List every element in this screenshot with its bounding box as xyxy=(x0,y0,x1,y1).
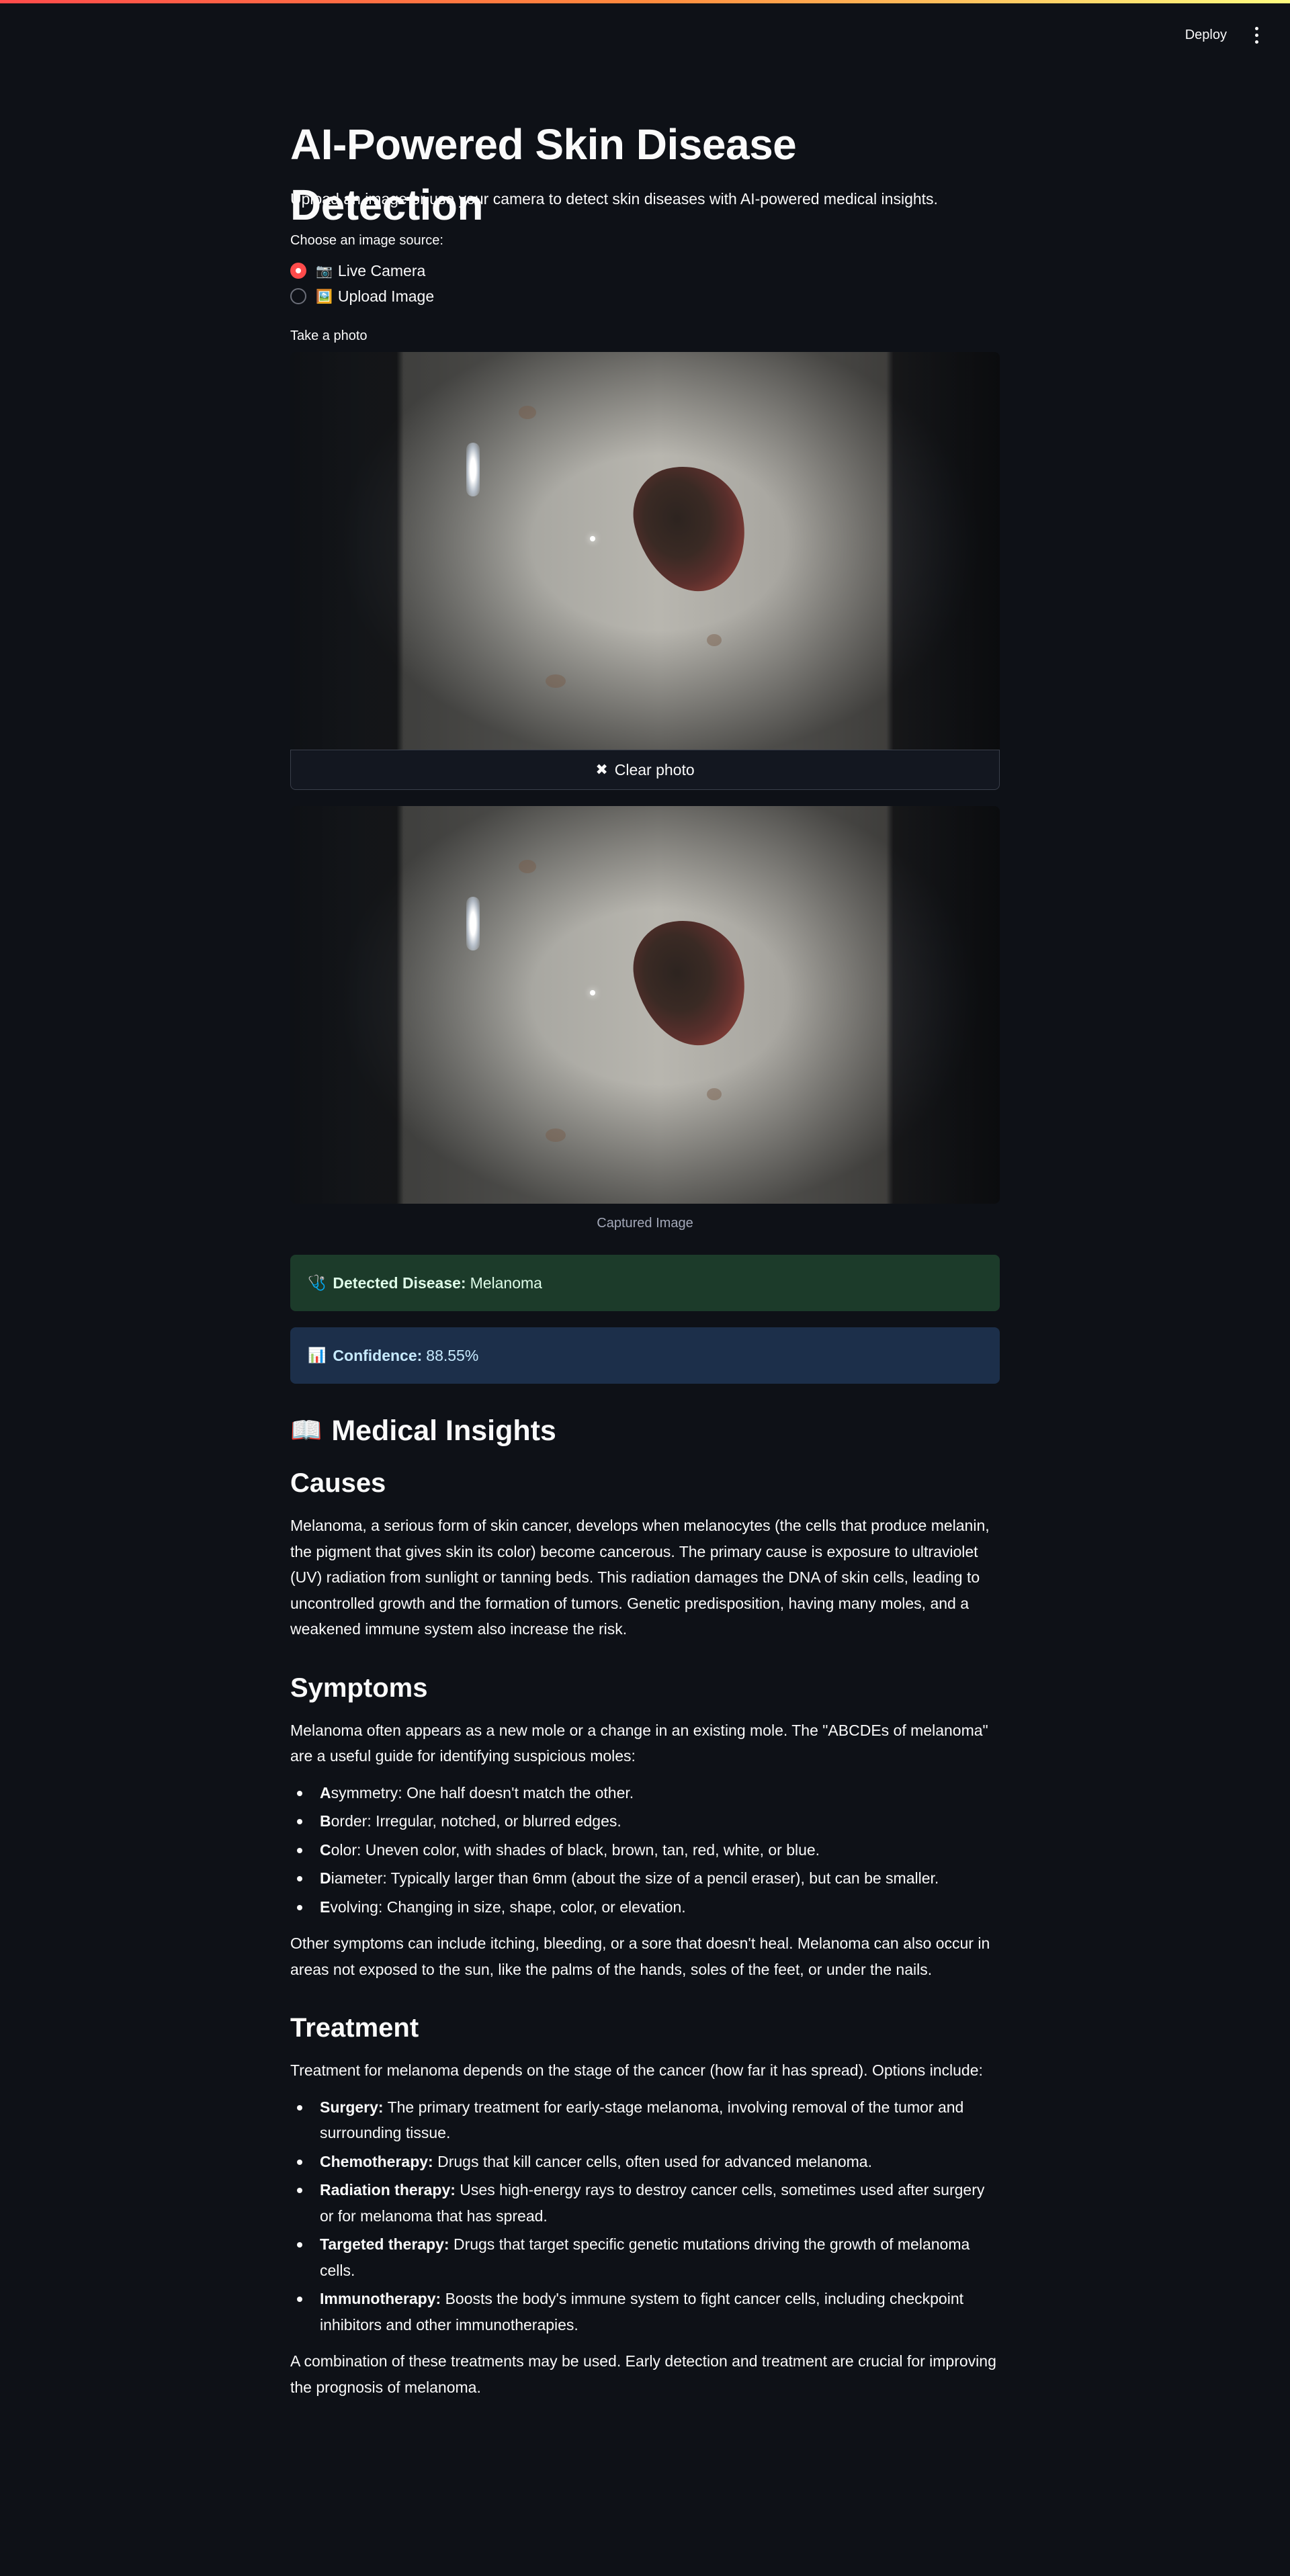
treatment-intro: Treatment for melanoma depends on the st… xyxy=(290,2061,983,2079)
confidence-label: Confidence: xyxy=(333,1346,423,1364)
detected-disease-value: Melanoma xyxy=(470,1274,542,1292)
list-item: Color: Uneven color, with shades of blac… xyxy=(290,1837,1000,1863)
light-reflection xyxy=(466,897,480,950)
open-book-icon: 📖 xyxy=(290,1417,322,1445)
list-item-text: iameter: Typically larger than 6mm (abou… xyxy=(331,1869,939,1887)
treatment-term: Targeted therapy: xyxy=(320,2235,449,2253)
abcde-letter: C xyxy=(320,1840,331,1859)
list-item: Chemotherapy: Drugs that kill cancer cel… xyxy=(290,2149,1000,2175)
medical-insights-content: Causes Melanoma, a serious form of skin … xyxy=(290,1464,1000,2411)
radio-selected-icon xyxy=(290,263,306,279)
image-source-label: Choose an image source: xyxy=(290,233,443,248)
skin-lesion xyxy=(623,453,759,604)
causes-text: Melanoma, a serious form of skin cancer,… xyxy=(290,1517,990,1638)
image-source-radio-group: 📷 Live Camera 🖼️ Upload Image xyxy=(290,258,434,309)
radio-option-label: Live Camera xyxy=(337,261,426,279)
abcde-letter: B xyxy=(320,1812,331,1830)
page-subtitle: Upload an image or use your camera to de… xyxy=(290,190,938,208)
skin-spot xyxy=(546,674,566,688)
treatment-term: Radiation therapy: xyxy=(320,2181,456,2199)
image-caption: Captured Image xyxy=(597,1216,693,1231)
treatment-term: Chemotherapy: xyxy=(320,2152,433,2170)
list-item: Radiation therapy: Uses high-energy rays… xyxy=(290,2177,1000,2229)
symptoms-outro: Other symptoms can include itching, blee… xyxy=(290,1935,990,1978)
stethoscope-icon: 🩺 xyxy=(308,1274,327,1291)
symptoms-list: Asymmetry: One half doesn't match the ot… xyxy=(290,1780,1000,1920)
skin-lesion xyxy=(623,907,759,1058)
list-item-text: The primary treatment for early-stage me… xyxy=(320,2098,964,2142)
clear-photo-label: Clear photo xyxy=(614,760,695,779)
light-reflection xyxy=(466,443,480,496)
abcde-letter: E xyxy=(320,1898,331,1916)
list-item-text: volving: Changing in size, shape, color,… xyxy=(330,1898,686,1916)
radio-live-camera[interactable]: 📷 Live Camera xyxy=(290,258,434,283)
skin-spot xyxy=(707,1088,722,1100)
app-header: Deploy xyxy=(0,3,1290,67)
treatment-list: Surgery: The primary treatment for early… xyxy=(290,2094,1000,2338)
detected-disease-label: Detected Disease: xyxy=(333,1274,466,1292)
deploy-button[interactable]: Deploy xyxy=(1173,19,1239,51)
close-icon: ✖ xyxy=(595,761,608,778)
confidence-alert: 📊 Confidence: 88.55% xyxy=(290,1327,1000,1384)
medical-insights-heading: 📖 Medical Insights xyxy=(290,1411,556,1451)
kebab-dot-icon xyxy=(1254,27,1258,30)
skin-spot xyxy=(546,1128,566,1142)
symptoms-heading: Symptoms xyxy=(290,1673,428,1703)
treatment-term: Surgery: xyxy=(320,2098,384,2116)
list-item: Diameter: Typically larger than 6mm (abo… xyxy=(290,1865,1000,1892)
treatment-outro: A combination of these treatments may be… xyxy=(290,2352,996,2396)
causes-heading: Causes xyxy=(290,1468,386,1498)
camera-input-label: Take a photo xyxy=(290,328,368,343)
medical-insights-title: Medical Insights xyxy=(331,1415,556,1447)
detected-disease-alert: 🩺 Detected Disease: Melanoma xyxy=(290,1255,1000,1311)
abcde-letter: A xyxy=(320,1783,331,1802)
radio-upload-image[interactable]: 🖼️ Upload Image xyxy=(290,283,434,309)
camera-icon: 📷 xyxy=(316,263,333,279)
clear-photo-button[interactable]: ✖ Clear photo xyxy=(290,750,1000,790)
treatment-heading: Treatment xyxy=(290,2013,419,2043)
kebab-dot-icon xyxy=(1254,34,1258,37)
confidence-value: 88.55% xyxy=(426,1346,479,1364)
abcde-letter: D xyxy=(320,1869,331,1887)
light-reflection xyxy=(590,536,595,541)
skin-spot xyxy=(519,860,536,873)
camera-preview-image xyxy=(290,352,1000,750)
radio-option-label: Upload Image xyxy=(337,287,435,305)
list-item: Immunotherapy: Boosts the body's immune … xyxy=(290,2286,1000,2338)
list-item-text: order: Irregular, notched, or blurred ed… xyxy=(331,1812,621,1830)
kebab-dot-icon xyxy=(1254,40,1258,44)
captured-image xyxy=(290,806,1000,1204)
bar-chart-icon: 📊 xyxy=(308,1347,327,1364)
picture-icon: 🖼️ xyxy=(316,289,333,304)
symptoms-intro: Melanoma often appears as a new mole or … xyxy=(290,1721,988,1765)
light-reflection xyxy=(590,990,595,995)
list-item: Asymmetry: One half doesn't match the ot… xyxy=(290,1780,1000,1806)
radio-unselected-icon xyxy=(290,288,306,304)
treatment-term: Immunotherapy: xyxy=(320,2290,441,2307)
list-item: Evolving: Changing in size, shape, color… xyxy=(290,1894,1000,1920)
list-item: Targeted therapy: Drugs that target spec… xyxy=(290,2231,1000,2283)
skin-spot xyxy=(519,406,536,419)
list-item-text: Drugs that kill cancer cells, often used… xyxy=(433,2152,872,2170)
page-title: AI-Powered Skin Disease Detection xyxy=(290,120,797,229)
skin-spot xyxy=(707,634,722,646)
list-item: Border: Irregular, notched, or blurred e… xyxy=(290,1808,1000,1834)
list-item: Surgery: The primary treatment for early… xyxy=(290,2094,1000,2146)
list-item-text: symmetry: One half doesn't match the oth… xyxy=(331,1783,634,1802)
list-item-text: olor: Uneven color, with shades of black… xyxy=(331,1840,820,1859)
main-menu-button[interactable] xyxy=(1244,21,1268,50)
